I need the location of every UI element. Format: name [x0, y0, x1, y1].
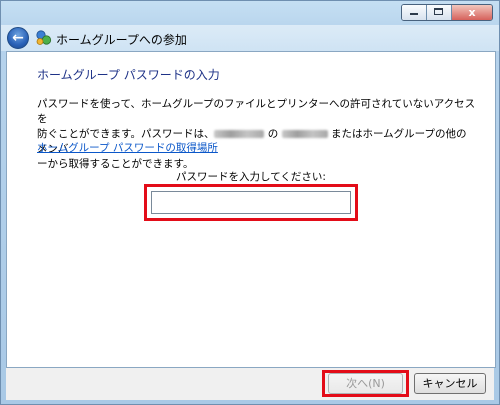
password-help-link[interactable]: ホームグループ パスワードの取得場所 — [37, 140, 218, 155]
close-button[interactable]: x — [452, 5, 492, 20]
title-bar[interactable]: x — [1, 1, 499, 25]
password-input[interactable] — [151, 191, 351, 214]
dialog-window: x ← ホームグループへの参加 ホームグループ パスワードの入力 パスワードを使… — [0, 0, 500, 405]
window-title: ホームグループへの参加 — [56, 33, 187, 47]
password-field-highlight — [144, 184, 358, 221]
description-text: パスワードを使って、ホームグループのファイルとプリンターへの許可されていないアク… — [37, 97, 477, 172]
page-heading: ホームグループ パスワードの入力 — [37, 68, 220, 82]
redacted-user-name — [281, 130, 328, 138]
next-button-highlight: 次へ(N) — [322, 370, 409, 397]
button-bar: 次へ(N) キャンセル — [6, 368, 494, 400]
description-line-1: パスワードを使って、ホームグループのファイルとプリンターへの許可されていないアク… — [37, 98, 476, 125]
cancel-button[interactable]: キャンセル — [414, 373, 486, 394]
caption-buttons: x — [401, 4, 493, 21]
description-line-2a: 防ぐことができます。パスワードは、 — [37, 128, 215, 140]
maximize-icon — [434, 8, 443, 15]
content-panel: ホームグループ パスワードの入力 パスワードを使って、ホームグループのファイルと… — [6, 51, 496, 368]
description-line-2b: の — [264, 128, 282, 140]
maximize-button[interactable] — [427, 5, 452, 20]
close-icon: x — [468, 6, 476, 19]
back-button[interactable]: ← — [7, 27, 29, 49]
minimize-icon — [410, 13, 418, 15]
redacted-computer-name — [214, 130, 265, 138]
navigation-bar: ← ホームグループへの参加 — [1, 25, 499, 51]
homegroup-icon — [36, 30, 52, 45]
back-arrow-icon: ← — [12, 30, 24, 46]
password-prompt-label: パスワードを入力してください: — [176, 171, 326, 183]
minimize-button[interactable] — [402, 5, 427, 20]
next-button[interactable]: 次へ(N) — [328, 373, 403, 394]
